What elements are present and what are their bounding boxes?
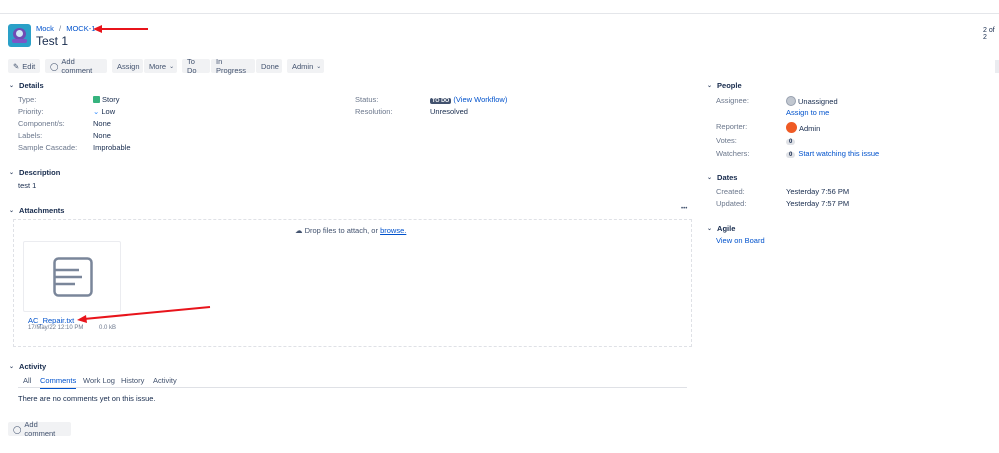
annotation-arrow-attachment	[77, 306, 211, 323]
annotation-arrow-breadcrumb	[93, 25, 148, 33]
annotation-arrows	[77, 25, 211, 323]
